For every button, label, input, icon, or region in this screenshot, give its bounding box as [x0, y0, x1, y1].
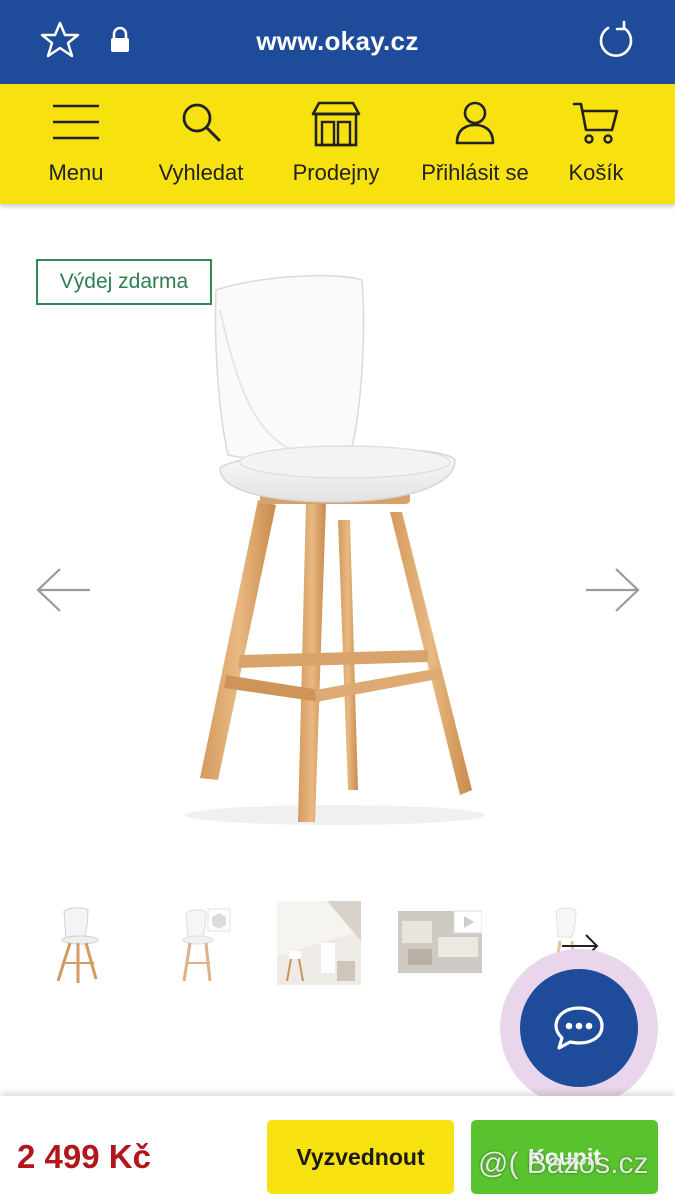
- nav-stores[interactable]: Prodejny: [280, 84, 392, 204]
- watermark: @( Bazos.cz: [478, 1147, 649, 1180]
- store-icon: [311, 101, 361, 147]
- search-icon: [182, 103, 221, 142]
- nav-menu[interactable]: Menu: [22, 84, 130, 204]
- thumbnail-4[interactable]: [398, 901, 482, 985]
- thumbnail-3[interactable]: [277, 901, 361, 985]
- site-nav-bar: Menu Vyhledat Prodejny Přihlásit se Koší…: [0, 84, 675, 204]
- carousel-next-arrow-icon[interactable]: [584, 565, 640, 615]
- nav-cart[interactable]: Košík: [558, 84, 634, 204]
- free-pickup-badge: Výdej zdarma: [36, 259, 212, 305]
- browser-url-bar: www.okay.cz: [0, 0, 675, 84]
- chat-bubble-icon: [554, 1006, 604, 1050]
- price: 2 499 Kč: [17, 1138, 151, 1175]
- chat-button[interactable]: [520, 969, 638, 1087]
- nav-login[interactable]: Přihlásit se: [412, 84, 538, 204]
- thumbnail-1[interactable]: [36, 901, 120, 985]
- carousel-prev-arrow-icon[interactable]: [36, 565, 92, 615]
- url-text[interactable]: www.okay.cz: [0, 26, 675, 57]
- nav-search[interactable]: Vyhledat: [146, 84, 256, 204]
- product-image[interactable]: [110, 250, 570, 850]
- nav-label-login: Přihlásit se: [421, 160, 529, 185]
- thumbnail-2[interactable]: [156, 901, 240, 985]
- user-icon: [455, 101, 495, 145]
- nav-label-cart: Košík: [568, 160, 624, 185]
- nav-label-search: Vyhledat: [158, 160, 244, 185]
- nav-label-stores: Prodejny: [292, 160, 380, 185]
- nav-label-menu: Menu: [48, 160, 104, 185]
- hamburger-icon: [53, 104, 99, 140]
- pickup-button[interactable]: Vyzvednout: [267, 1120, 454, 1194]
- reload-icon[interactable]: [596, 20, 636, 60]
- cart-icon: [572, 102, 619, 144]
